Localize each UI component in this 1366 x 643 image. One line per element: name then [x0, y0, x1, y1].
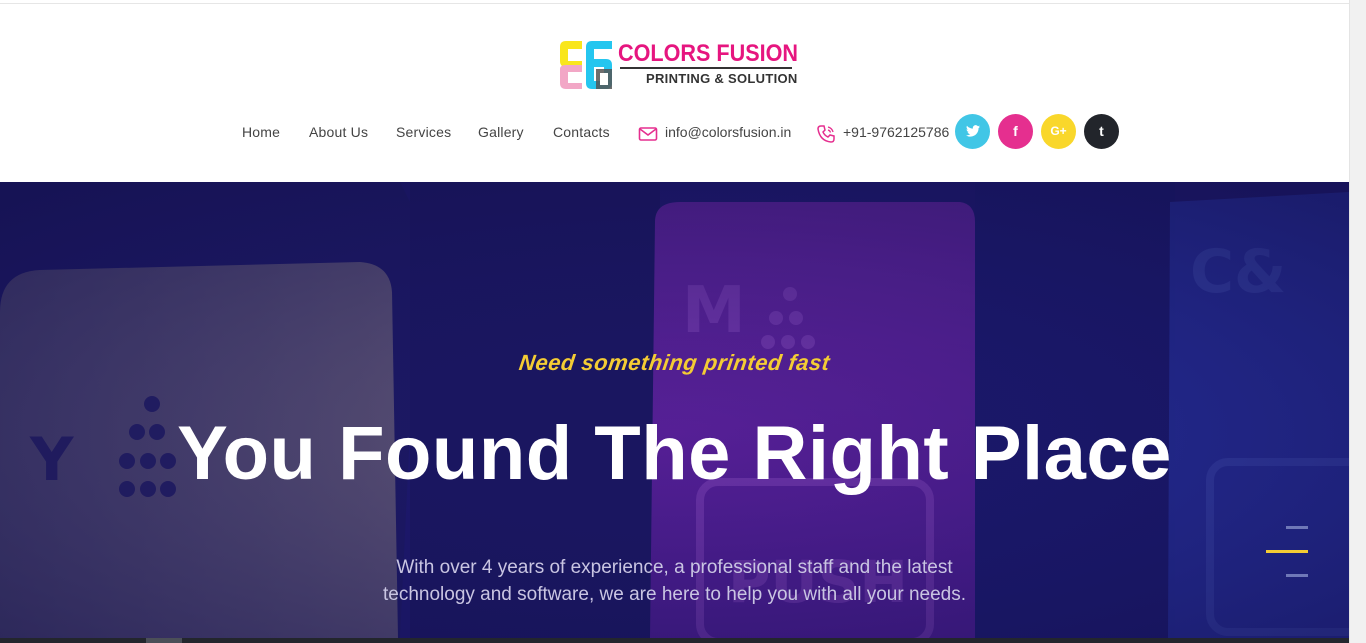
slider-dot-3[interactable] — [1286, 574, 1308, 577]
hero-description-line-1: With over 4 years of experience, a profe… — [396, 557, 953, 578]
envelope-icon — [638, 127, 658, 141]
logo-mark-icon — [560, 41, 612, 89]
site-header: COLORS FUSION PRINTING & SOLUTION Home A… — [0, 4, 1349, 182]
hero-description: With over 4 years of experience, a profe… — [0, 554, 1349, 608]
nav-contacts[interactable]: Contacts — [553, 124, 610, 140]
phone-icon — [817, 125, 835, 143]
nav-gallery[interactable]: Gallery — [478, 124, 524, 140]
tumblr-button[interactable]: t — [1084, 114, 1119, 149]
google-plus-icon: G+ — [1050, 124, 1067, 138]
bottom-bar-handle — [146, 638, 182, 643]
email-address: info@colorsfusion.in — [665, 124, 792, 140]
nav-home[interactable]: Home — [242, 124, 280, 140]
tumblr-icon: t — [1099, 123, 1104, 139]
facebook-icon: f — [1013, 123, 1018, 139]
nav-services[interactable]: Services — [396, 124, 451, 140]
hero-eyebrow: Need something printed fast — [517, 350, 832, 375]
hero-headline: You Found The Right Place — [177, 411, 1172, 496]
hero-description-line-2: technology and software, we are here to … — [382, 584, 967, 605]
brand-name: COLORS FUSION — [618, 40, 799, 67]
bottom-bar — [0, 638, 1349, 643]
brand-logo[interactable]: COLORS FUSION PRINTING & SOLUTION — [556, 37, 799, 93]
google-plus-button[interactable]: G+ — [1041, 114, 1076, 149]
slider-pagination — [1266, 526, 1308, 578]
brand-divider — [620, 67, 792, 69]
facebook-button[interactable]: f — [998, 114, 1033, 149]
hero-slider: Y M PUSH C& Need something printed fast … — [0, 182, 1349, 638]
nav-about-us[interactable]: About Us — [309, 124, 368, 140]
main-navigation: Home About Us Services Gallery Contacts … — [0, 114, 1349, 154]
twitter-icon — [965, 125, 980, 137]
slider-dot-2-active[interactable] — [1266, 550, 1308, 553]
twitter-button[interactable] — [955, 114, 990, 149]
page-scrollbar[interactable] — [1349, 0, 1366, 643]
slider-dot-1[interactable] — [1286, 526, 1308, 529]
brand-tagline: PRINTING & SOLUTION — [646, 71, 798, 86]
phone-number: +91-9762125786 — [843, 124, 950, 140]
